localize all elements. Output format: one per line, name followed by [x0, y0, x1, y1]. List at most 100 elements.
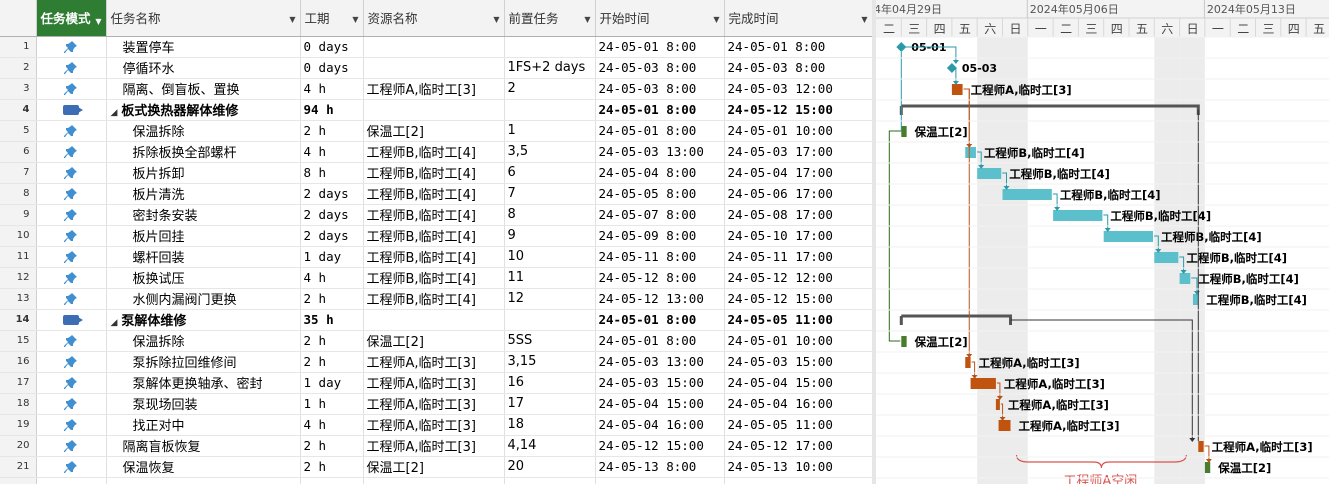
duration-cell[interactable]: 94 h: [300, 99, 364, 121]
start-cell[interactable]: 24-05-11 8:00: [595, 246, 725, 268]
task-name-cell[interactable]: ◢ 板式换热器解体维修: [106, 99, 301, 121]
row-number[interactable]: 16: [0, 351, 37, 373]
predecessor-cell[interactable]: 18: [504, 414, 596, 436]
predecessor-cell[interactable]: 20: [504, 456, 596, 478]
row-number[interactable]: 7: [0, 162, 37, 184]
table-row[interactable]: 19 找正对中 4 h 工程师A,临时工[3] 18 24-05-04 16:00 24-0…: [0, 414, 872, 436]
row-number[interactable]: 19: [0, 414, 37, 436]
predecessor-cell[interactable]: 6: [504, 162, 596, 184]
start-cell[interactable]: 24-05-04 16:00: [595, 414, 725, 436]
empty-cell[interactable]: [363, 477, 505, 484]
task-mode-cell[interactable]: [36, 120, 107, 142]
resource-cell[interactable]: 工程师B,临时工[4]: [363, 246, 505, 268]
predecessor-cell[interactable]: 17: [504, 393, 596, 415]
duration-cell[interactable]: 2 days: [300, 183, 364, 205]
table-row[interactable]: 1 装置停车 0 days 24-05-01 8:00 24-05-01 8:00: [0, 36, 872, 58]
duration-cell[interactable]: 2 h: [300, 330, 364, 352]
column-header-duration[interactable]: 工期 ▼: [300, 0, 364, 37]
finish-cell[interactable]: 24-05-05 11:00: [724, 414, 872, 436]
task-name-cell[interactable]: 保温拆除: [106, 330, 301, 352]
duration-cell[interactable]: 35 h: [300, 309, 364, 331]
predecessor-cell[interactable]: 5SS: [504, 330, 596, 352]
chevron-down-icon[interactable]: ▼: [352, 15, 358, 24]
task-name-cell[interactable]: 水侧内漏阀门更换: [106, 288, 301, 310]
task-mode-cell[interactable]: [36, 183, 107, 205]
predecessor-cell[interactable]: 10: [504, 246, 596, 268]
duration-cell[interactable]: 4 h: [300, 267, 364, 289]
task-mode-cell[interactable]: [36, 351, 107, 373]
task-mode-cell[interactable]: [36, 330, 107, 352]
table-row[interactable]: 16 泵拆除拉回维修间 2 h 工程师A,临时工[3] 3,15 24-05-03 13:…: [0, 351, 872, 373]
task-mode-cell[interactable]: [36, 309, 107, 331]
predecessor-cell[interactable]: 12: [504, 288, 596, 310]
chevron-down-icon[interactable]: ▼: [493, 15, 499, 24]
chevron-down-icon[interactable]: ▼: [584, 15, 590, 24]
table-row[interactable]: 13 水侧内漏阀门更换 2 h 工程师B,临时工[4] 12 24-05-12 13:00…: [0, 288, 872, 310]
task-mode-cell[interactable]: [36, 225, 107, 247]
row-number[interactable]: 21: [0, 456, 37, 478]
task-name-cell[interactable]: 停循环水: [106, 57, 301, 79]
finish-cell[interactable]: 24-05-13 10:00: [724, 456, 872, 478]
chevron-down-icon[interactable]: ▼: [95, 15, 101, 29]
duration-cell[interactable]: 4 h: [300, 414, 364, 436]
finish-cell[interactable]: 24-05-04 17:00: [724, 162, 872, 184]
predecessor-cell[interactable]: 1: [504, 120, 596, 142]
table-row[interactable]: 9 密封条安装 2 days 工程师B,临时工[4] 8 24-05-07 8:00 24-…: [0, 204, 872, 226]
task-mode-cell[interactable]: [36, 435, 107, 457]
task-bar[interactable]: [1053, 210, 1103, 221]
task-name-cell[interactable]: 密封条安装: [106, 204, 301, 226]
start-cell[interactable]: 24-05-05 8:00: [595, 183, 725, 205]
table-row[interactable]: 5 保温拆除 2 h 保温工[2] 1 24-05-01 8:00 24-05-01 10:…: [0, 120, 872, 142]
row-number[interactable]: 10: [0, 225, 37, 247]
table-row[interactable]: 3 隔离、倒盲板、置换 4 h 工程师A,临时工[3] 2 24-05-03 8:00 24…: [0, 78, 872, 100]
finish-cell[interactable]: 24-05-03 12:00: [724, 78, 872, 100]
predecessor-cell[interactable]: 3,15: [504, 351, 596, 373]
predecessor-cell[interactable]: 16: [504, 372, 596, 394]
duration-cell[interactable]: 4 h: [300, 141, 364, 163]
task-mode-cell[interactable]: [36, 162, 107, 184]
task-bar[interactable]: [901, 126, 907, 137]
predecessor-cell[interactable]: 8: [504, 204, 596, 226]
chevron-down-icon[interactable]: ▼: [289, 15, 295, 24]
start-cell[interactable]: 24-05-01 8:00: [595, 120, 725, 142]
finish-cell[interactable]: 24-05-11 17:00: [724, 246, 872, 268]
row-number[interactable]: 15: [0, 330, 37, 352]
resource-cell[interactable]: 工程师A,临时工[3]: [363, 393, 505, 415]
task-name-cell[interactable]: 泵解体更换轴承、密封: [106, 372, 301, 394]
resource-cell[interactable]: 工程师B,临时工[4]: [363, 204, 505, 226]
task-bar[interactable]: [1204, 462, 1211, 473]
table-row[interactable]: 8 板片清洗 2 days 工程师B,临时工[4] 7 24-05-05 8:00 24-0…: [0, 183, 872, 205]
column-header-finish[interactable]: 完成时间 ▼: [724, 0, 872, 37]
finish-cell[interactable]: 24-05-12 15:00: [724, 99, 872, 121]
task-name-cell[interactable]: 板片回挂: [106, 225, 301, 247]
resource-cell[interactable]: 工程师A,临时工[3]: [363, 78, 505, 100]
finish-cell[interactable]: 24-05-01 10:00: [724, 120, 872, 142]
task-name-cell[interactable]: 保温拆除: [106, 120, 301, 142]
row-number[interactable]: 9: [0, 204, 37, 226]
table-row[interactable]: 6 拆除板换全部螺杆 4 h 工程师B,临时工[4] 3,5 24-05-03 13:00…: [0, 141, 872, 163]
finish-cell[interactable]: 24-05-12 17:00: [724, 435, 872, 457]
predecessor-cell[interactable]: 1FS+2 days: [504, 57, 596, 79]
predecessor-cell[interactable]: 11: [504, 267, 596, 289]
column-header-resource[interactable]: 资源名称 ▼: [363, 0, 505, 37]
finish-cell[interactable]: 24-05-03 17:00: [724, 141, 872, 163]
resource-cell[interactable]: 工程师B,临时工[4]: [363, 225, 505, 247]
task-bar[interactable]: [995, 399, 1000, 410]
resource-cell[interactable]: 工程师A,临时工[3]: [363, 372, 505, 394]
duration-cell[interactable]: 4 h: [300, 78, 364, 100]
chevron-down-icon[interactable]: ▼: [713, 15, 719, 24]
duration-cell[interactable]: 1 h: [300, 393, 364, 415]
task-mode-cell[interactable]: [36, 372, 107, 394]
resource-cell[interactable]: 工程师B,临时工[4]: [363, 162, 505, 184]
start-cell[interactable]: 24-05-04 8:00: [595, 162, 725, 184]
start-cell[interactable]: 24-05-03 8:00: [595, 78, 725, 100]
start-cell[interactable]: 24-05-12 15:00: [595, 435, 725, 457]
task-bar[interactable]: [998, 420, 1011, 431]
row-number[interactable]: 4: [0, 99, 37, 121]
summary-bar[interactable]: [899, 104, 1200, 115]
column-header-predecessor[interactable]: 前置任务 ▼: [504, 0, 596, 37]
resource-cell[interactable]: [363, 99, 505, 121]
start-cell[interactable]: 24-05-04 15:00: [595, 393, 725, 415]
task-name-cell[interactable]: 螺杆回装: [106, 246, 301, 268]
start-cell[interactable]: 24-05-03 13:00: [595, 141, 725, 163]
